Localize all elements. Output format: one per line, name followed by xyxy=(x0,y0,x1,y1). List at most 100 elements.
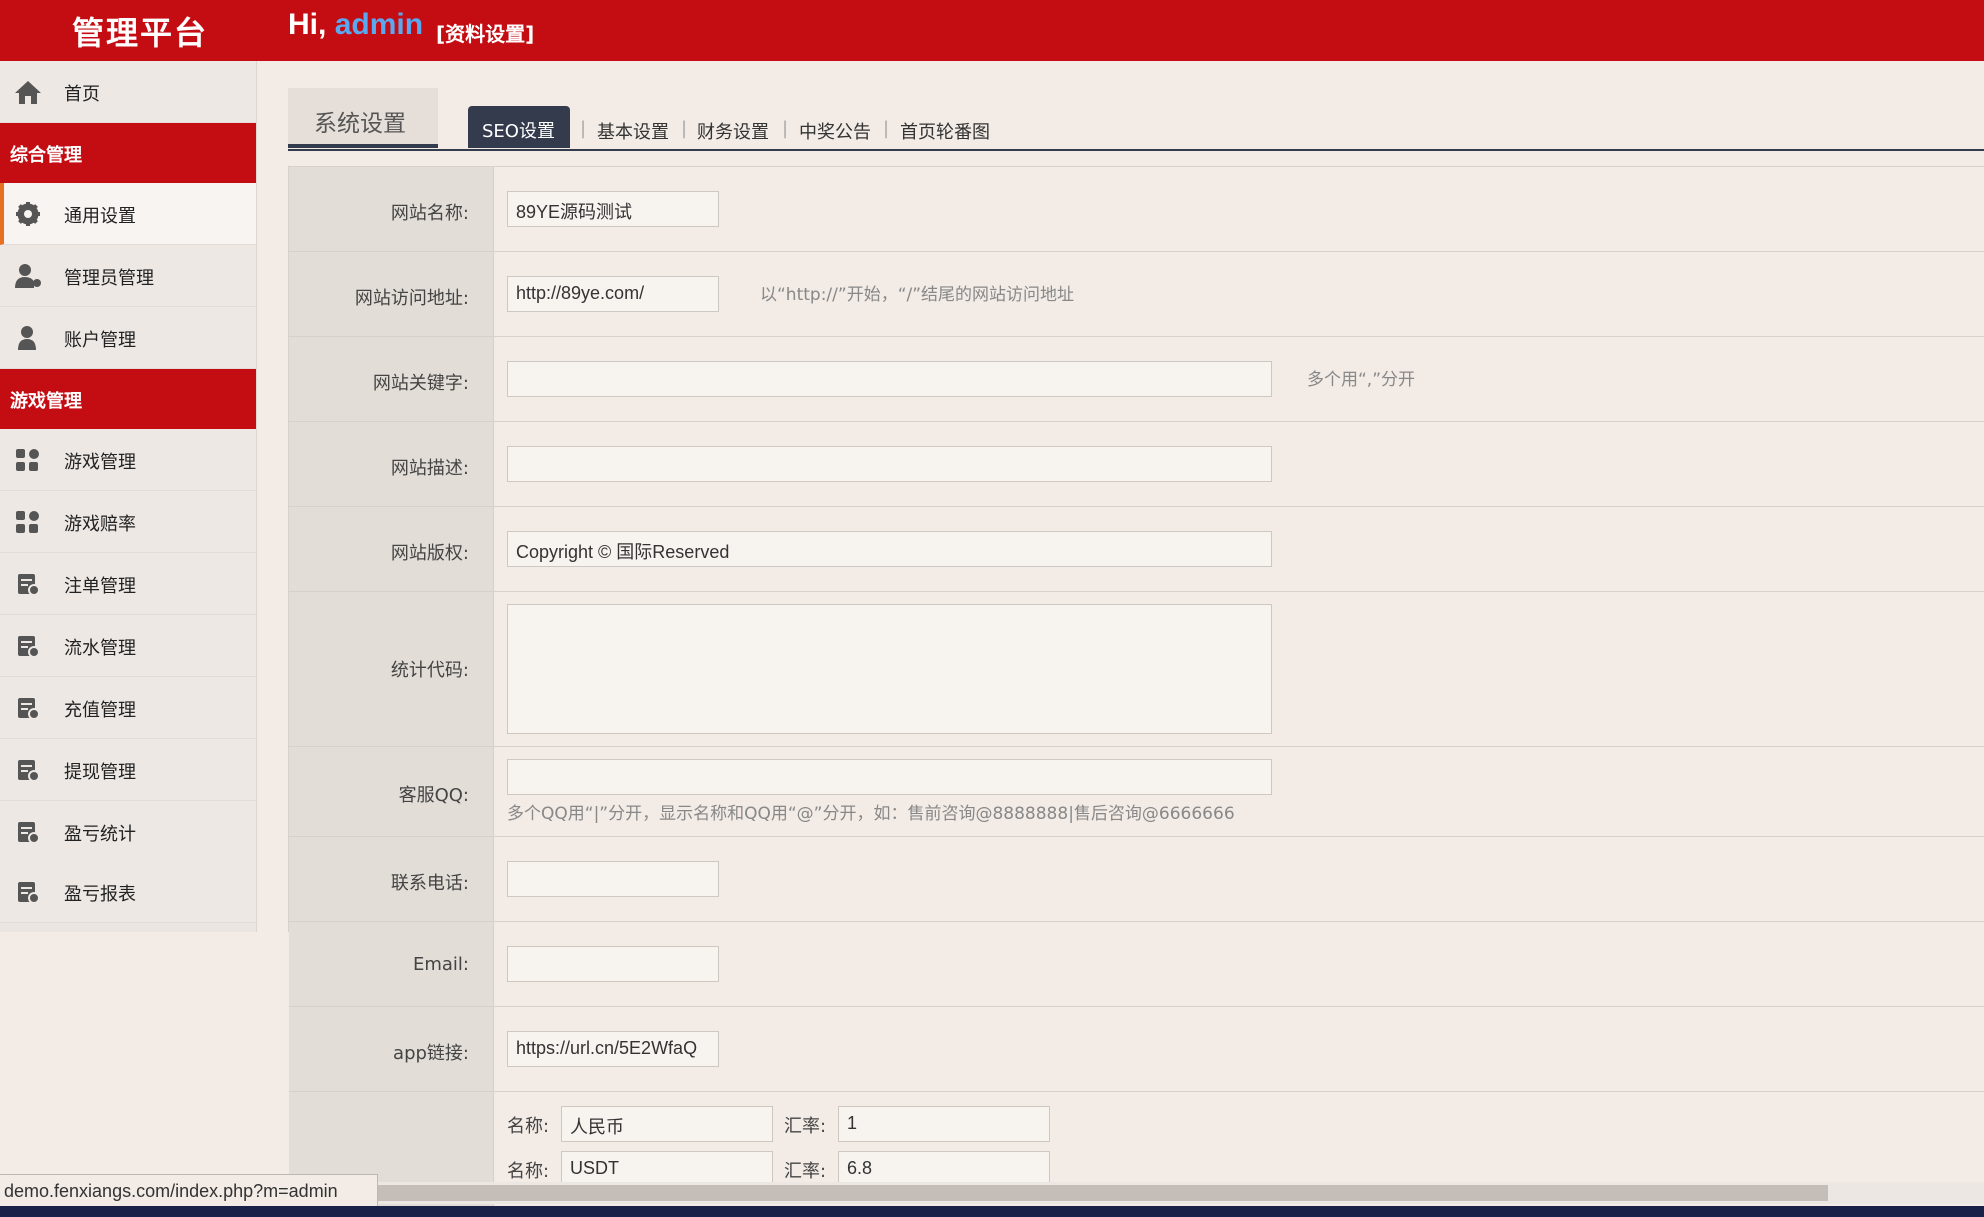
row-label-cell: 联系电话: xyxy=(289,837,494,921)
form-row-email: Email: xyxy=(289,922,1984,1007)
row-label-cell: 网站名称: xyxy=(289,167,494,251)
form-row-site-url: 网站访问地址: http://89ye.com/ 以“http://”开始，“/… xyxy=(289,252,1984,337)
description-input[interactable] xyxy=(507,446,1272,482)
site-url-hint: 以“http://”开始，“/”结尾的网站访问地址 xyxy=(760,285,1075,305)
tab-separator: | xyxy=(883,118,890,139)
document-icon xyxy=(18,698,40,720)
form-row-keywords: 网站关键字: 多个用“,”分开 xyxy=(289,337,1984,422)
sidebar-item-game-odds[interactable]: 游戏赔率 xyxy=(0,491,256,553)
document-icon xyxy=(18,822,40,844)
sidebar-item-label: 管理员管理 xyxy=(64,268,154,289)
form-row-copyright: 网站版权: Copyright © 国际Reserved xyxy=(289,507,1984,592)
sidebar: 首页 综合管理 通用设置 管理员管理 账户管理 游戏管理 游戏管理 游戏赔率 注… xyxy=(0,61,257,932)
sidebar-item-game-manage[interactable]: 游戏管理 xyxy=(0,429,256,491)
currency-rate-input[interactable]: 1 xyxy=(838,1106,1050,1142)
greeting: Hi, admin xyxy=(288,8,423,42)
site-url-input[interactable]: http://89ye.com/ xyxy=(507,276,719,312)
row-label-cell: app链接: xyxy=(289,1007,494,1091)
row-label-cell: 网站关键字: xyxy=(289,337,494,421)
form-row-app-link: app链接: https://url.cn/5E2WfaQ xyxy=(289,1007,1984,1092)
tab-underline xyxy=(288,149,1984,151)
sidebar-item-label: 盈亏报表 xyxy=(64,884,136,905)
section-title-tab: 系统设置 xyxy=(288,88,438,148)
gear-icon xyxy=(16,202,40,226)
scrollbar-thumb[interactable] xyxy=(378,1185,1828,1201)
row-label-cell: Email: xyxy=(289,922,494,1006)
row-label-cell: 网站访问地址: xyxy=(289,252,494,336)
row-label-cell: 客服QQ: xyxy=(289,747,494,836)
keywords-input[interactable] xyxy=(507,361,1272,397)
section-title: 系统设置 xyxy=(314,111,406,137)
site-name-label: 网站名称: xyxy=(390,203,469,224)
apps-icon xyxy=(16,511,39,533)
document-icon xyxy=(18,882,40,904)
currency-name-label: 名称: xyxy=(507,1161,550,1182)
phone-label: 联系电话: xyxy=(390,873,469,894)
user-icon xyxy=(18,326,36,350)
site-name-input[interactable]: 89YE源码测试 xyxy=(507,191,719,227)
sidebar-item-label: 注单管理 xyxy=(64,576,136,597)
sidebar-item-label: 流水管理 xyxy=(64,638,136,659)
sidebar-item-account-manage[interactable]: 账户管理 xyxy=(0,307,256,369)
service-qq-label: 客服QQ: xyxy=(398,785,469,806)
sidebar-group-label: 游戏管理 xyxy=(10,391,82,412)
sidebar-group-game: 游戏管理 xyxy=(0,369,256,429)
service-qq-input[interactable] xyxy=(507,759,1272,795)
brand-title: 管理平台 xyxy=(72,14,209,52)
tab-separator: | xyxy=(580,118,587,139)
currency-rate-label: 汇率: xyxy=(784,1116,827,1137)
form-row-stats-code: 统计代码: xyxy=(289,592,1984,747)
sidebar-item-recharge-manage[interactable]: 充值管理 xyxy=(0,677,256,739)
keywords-hint: 多个用“,”分开 xyxy=(1307,370,1416,390)
row-label-cell: 网站描述: xyxy=(289,422,494,506)
home-icon xyxy=(15,81,41,104)
stats-code-textarea[interactable] xyxy=(507,604,1272,734)
sidebar-item-profit-report[interactable]: 盈亏报表 xyxy=(0,861,256,923)
username: admin xyxy=(334,8,424,41)
sidebar-item-label: 充值管理 xyxy=(64,700,136,721)
form-row-phone: 联系电话: xyxy=(289,837,1984,922)
status-bar-url: demo.fenxiangs.com/index.php?m=admin xyxy=(0,1174,378,1208)
sidebar-item-withdraw-manage[interactable]: 提现管理 xyxy=(0,739,256,801)
sidebar-item-general-settings[interactable]: 通用设置 xyxy=(0,183,256,245)
sidebar-group-label: 综合管理 xyxy=(10,145,82,166)
app-link-input[interactable]: https://url.cn/5E2WfaQ xyxy=(507,1031,719,1067)
document-icon xyxy=(18,760,40,782)
row-label-cell: 统计代码: xyxy=(289,592,494,746)
sidebar-item-home[interactable]: 首页 xyxy=(0,61,256,123)
copyright-input[interactable]: Copyright © 国际Reserved xyxy=(507,531,1272,567)
document-icon xyxy=(18,574,40,596)
keywords-label: 网站关键字: xyxy=(372,373,469,394)
sidebar-item-bet-manage[interactable]: 注单管理 xyxy=(0,553,256,615)
seo-settings-form: 网站名称: 89YE源码测试 网站访问地址: http://89ye.com/ … xyxy=(288,166,1984,1212)
tab-separator: | xyxy=(782,118,789,139)
currency-name-label: 名称: xyxy=(507,1116,550,1137)
user-admin-icon xyxy=(15,264,41,288)
sidebar-item-profit-stats[interactable]: 盈亏统计 xyxy=(0,801,256,863)
row-label-cell: 网站版权: xyxy=(289,507,494,591)
tab-separator: | xyxy=(681,118,688,139)
email-input[interactable] xyxy=(507,946,719,982)
currency-name-input[interactable]: 人民币 xyxy=(561,1106,773,1142)
sidebar-item-label: 盈亏统计 xyxy=(64,824,136,845)
sidebar-item-flow-manage[interactable]: 流水管理 xyxy=(0,615,256,677)
taskbar-strip xyxy=(0,1206,1984,1217)
tab-basic-settings[interactable]: 基本设置 xyxy=(597,118,669,144)
stats-code-label: 统计代码: xyxy=(390,660,469,681)
tab-homepage-carousel[interactable]: 首页轮番图 xyxy=(900,118,990,144)
tab-finance-settings[interactable]: 财务设置 xyxy=(697,118,769,144)
tab-label: SEO设置 xyxy=(482,121,555,142)
sidebar-item-admin-manage[interactable]: 管理员管理 xyxy=(0,245,256,307)
phone-input[interactable] xyxy=(507,861,719,897)
horizontal-scrollbar[interactable] xyxy=(378,1182,1984,1204)
greeting-text: Hi, xyxy=(288,8,327,41)
form-row-service-qq: 客服QQ: 多个QQ用“|”分开，显示名称和QQ用“@”分开，如：售前咨询@88… xyxy=(289,747,1984,837)
service-qq-hint: 多个QQ用“|”分开，显示名称和QQ用“@”分开，如：售前咨询@8888888|… xyxy=(507,804,1235,824)
tab-seo-settings[interactable]: SEO设置 xyxy=(468,106,570,148)
currency-rate-label: 汇率: xyxy=(784,1161,827,1182)
tab-winning-notice[interactable]: 中奖公告 xyxy=(799,118,871,144)
top-header: 管理平台 Hi, admin [资料设置] xyxy=(0,0,1984,61)
sidebar-group-general: 综合管理 xyxy=(0,123,256,183)
profile-settings-link[interactable]: [资料设置] xyxy=(436,18,534,47)
sidebar-item-label: 账户管理 xyxy=(64,330,136,351)
